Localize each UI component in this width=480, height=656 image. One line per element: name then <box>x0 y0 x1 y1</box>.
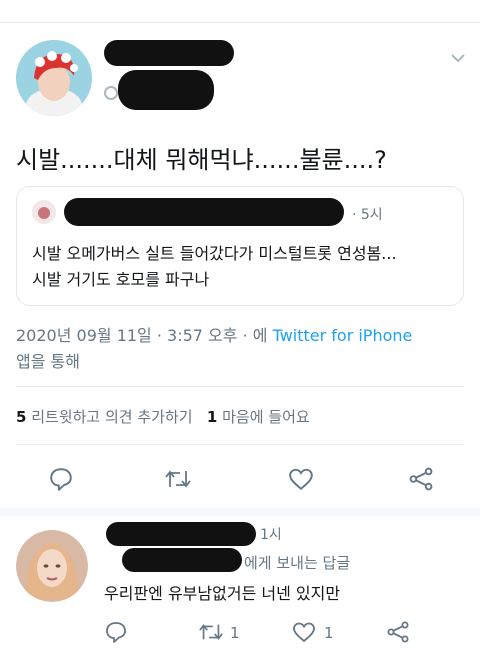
reply-like-count: 1 <box>324 624 334 642</box>
tweet-text: 시발.......대체 뭐해먹냐......불륜....? <box>16 146 387 174</box>
top-divider <box>0 22 480 23</box>
reply-to-handle-redacted <box>122 548 242 572</box>
retweet-icon[interactable] <box>164 466 192 492</box>
author-avatar[interactable] <box>16 40 92 116</box>
comment-icon[interactable] <box>104 620 128 644</box>
likes-count: 1 <box>206 408 218 426</box>
share-icon[interactable] <box>386 620 410 644</box>
tweet-date: 2020년 09월 11일 · 3:57 오후 · 에 <box>16 326 268 345</box>
retweets-stat[interactable]: 5 리트윗하고 의견 추가하기 <box>16 408 197 426</box>
stats-top-divider <box>16 386 464 387</box>
reply-to-label: 에게 보내는 답글 <box>244 554 351 572</box>
reply-author-avatar[interactable] <box>16 530 88 602</box>
reply-author-name-redacted <box>106 522 256 546</box>
chevron-down-icon[interactable] <box>450 52 466 64</box>
comment-icon[interactable] <box>48 466 74 492</box>
retweets-count: 5 <box>16 408 27 426</box>
heart-icon[interactable] <box>292 620 316 644</box>
tweet-timestamp: 2020년 09월 11일 · 3:57 오후 · 에 Twitter for … <box>16 322 412 346</box>
author-handle-redacted <box>118 70 214 110</box>
quoted-time: · 5시 <box>352 207 383 223</box>
author-name-redacted <box>104 40 234 66</box>
verified-badge-icon <box>104 86 118 100</box>
quoted-text-line1: 시발 오메가버스 실트 들어갔다가 미스털트롯 연성봄... <box>32 244 397 263</box>
retweet-icon[interactable] <box>198 620 224 644</box>
quoted-text-line2: 시발 거기도 호모를 파구나 <box>32 270 210 289</box>
share-icon[interactable] <box>408 466 434 492</box>
tweet-via-suffix: 앱을 통해 <box>16 352 80 371</box>
twitter-client-link[interactable]: Twitter for iPhone <box>273 326 413 345</box>
reply-retweet-count: 1 <box>230 624 240 642</box>
stats-bottom-divider <box>16 444 464 445</box>
heart-icon[interactable] <box>288 466 314 492</box>
retweets-label: 리트윗하고 의견 추가하기 <box>31 408 193 426</box>
quoted-avatar <box>32 200 56 224</box>
section-separator <box>0 508 480 516</box>
tweet-stats: 5 리트윗하고 의견 추가하기 1 마음에 들어요 <box>16 406 310 427</box>
likes-label: 마음에 들어요 <box>222 408 310 426</box>
quoted-author-redacted <box>64 198 344 226</box>
reply-time: 1시 <box>260 527 282 543</box>
likes-stat[interactable]: 1 마음에 들어요 <box>207 408 310 426</box>
reply-text: 우리판엔 유부남없거든 너넨 있지만 <box>104 584 341 603</box>
